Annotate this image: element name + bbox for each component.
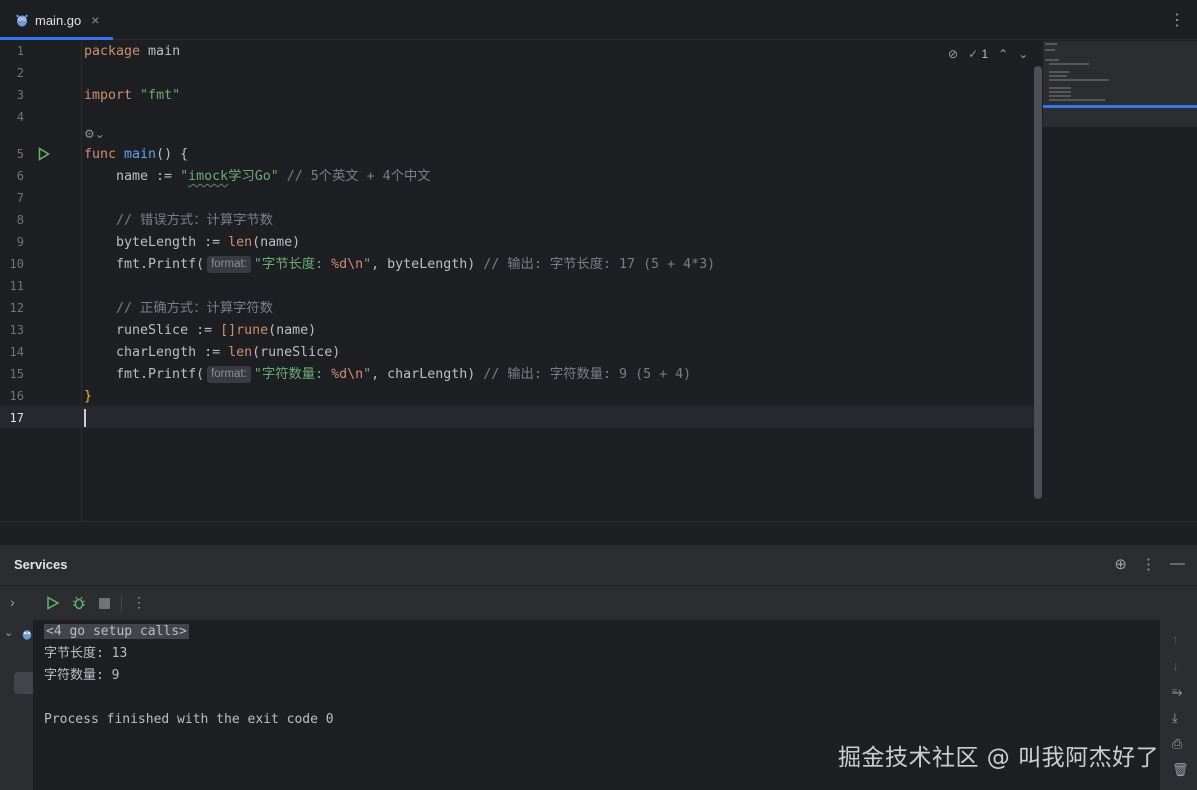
chevron-down-icon[interactable]: ⌄	[1018, 47, 1028, 61]
line-number: 6	[16, 169, 24, 183]
code-line: fmt.Printf(format: "字符数量: %d\n", charLeng…	[84, 366, 692, 383]
line-number: 9	[16, 235, 24, 249]
run-icon[interactable]	[38, 147, 50, 161]
panel-divider[interactable]	[0, 521, 1197, 545]
code-text-area[interactable]: package main import "fmt" func main() { …	[82, 41, 1042, 521]
gopher-icon	[22, 630, 32, 640]
code-editor[interactable]: 1 2 3 4 5 6 7 8 9 10 11 12 13 14 15 16 1…	[0, 41, 1197, 521]
selected-tree-item[interactable]	[14, 672, 33, 694]
chevron-down-icon[interactable]: ⌄	[4, 626, 13, 639]
code-minimap[interactable]	[1043, 41, 1197, 127]
line-number-gutter: 1 2 3 4 5 6 7 8 9 10 11 12 13 14 15 16 1…	[0, 41, 82, 521]
minimap-current-line	[1043, 105, 1197, 108]
line-number: 3	[16, 88, 24, 102]
line-number: 4	[16, 110, 24, 124]
console-line[interactable]: <4 go setup calls>	[44, 621, 189, 643]
scroll-end-icon[interactable]: ⤓	[1172, 710, 1178, 726]
code-line: byteLength := len(name)	[84, 235, 301, 250]
console-line: 字节长度: 13	[44, 646, 128, 661]
line-number: 5	[16, 147, 24, 161]
more-vert-icon[interactable]: ⋮	[1169, 10, 1185, 30]
chevron-up-icon[interactable]: ⌃	[998, 47, 1008, 61]
line-number: 10	[9, 257, 24, 271]
parameter-hint: format:	[207, 256, 251, 273]
print-icon[interactable]: ⎙	[1172, 736, 1182, 752]
panel-actions: ⊕ ⋮ —	[1114, 555, 1185, 573]
editor-tab-bar: main.go × ⋮	[0, 0, 1197, 40]
more-vert-icon[interactable]: ⋮	[1141, 555, 1156, 573]
line-number: 1	[16, 44, 24, 58]
code-line: package main	[84, 44, 181, 59]
line-number: 12	[9, 301, 24, 315]
console-side-toolbar: ↑ ↓ ⥱ ⤓ ⎙ 🗑︎	[1160, 620, 1197, 790]
trash-icon[interactable]: 🗑︎	[1172, 762, 1189, 778]
text-caret	[84, 409, 86, 427]
console-line: 字符数量: 9	[44, 668, 120, 683]
services-tree[interactable]: ⌄	[0, 620, 33, 790]
eye-slash-icon[interactable]: ⊘	[948, 47, 958, 61]
arrow-down-icon[interactable]: ↓	[1172, 658, 1179, 673]
code-line: fmt.Printf(format: "字节长度: %d\n", byteLeng…	[84, 256, 716, 273]
line-number: 11	[9, 279, 24, 293]
arrow-up-icon[interactable]: ↑	[1172, 632, 1179, 647]
stop-icon[interactable]	[99, 598, 110, 609]
more-vert-icon[interactable]: ⋮	[132, 594, 146, 611]
panel-title: Services	[14, 557, 68, 572]
line-number: 7	[16, 191, 24, 205]
services-toolbar: › ⋮	[0, 585, 1197, 619]
inspection-widget[interactable]: ⊘ ✓ 1 ⌃ ⌄	[948, 45, 1028, 63]
code-line: charLength := len(runeSlice)	[84, 345, 341, 360]
line-number: 13	[9, 323, 24, 337]
gopher-icon	[16, 14, 28, 27]
tab-main-go[interactable]: main.go ×	[0, 0, 113, 40]
code-line: }	[84, 389, 93, 404]
inspection-count[interactable]: ✓ 1	[968, 47, 988, 61]
services-header: Services ⊕ ⋮ —	[0, 545, 1197, 585]
line-number: 2	[16, 66, 24, 80]
toolbar-separator	[121, 594, 122, 612]
code-line: import "fmt"	[84, 88, 181, 103]
expand-icon[interactable]: ›	[10, 594, 15, 610]
target-icon[interactable]: ⊕	[1114, 555, 1127, 573]
line-number: 8	[16, 213, 24, 227]
code-line: name := "imock学习Go" // 5个英文 + 4个中文	[84, 169, 431, 184]
parameter-hint: format:	[207, 366, 251, 383]
line-number: 16	[9, 389, 24, 403]
soft-wrap-icon[interactable]: ⥱	[1172, 684, 1182, 700]
code-line: // 错误方式：计算字节数	[84, 213, 274, 228]
line-number: 15	[9, 367, 24, 381]
tab-label: main.go	[35, 12, 82, 28]
minimize-icon[interactable]: —	[1170, 555, 1185, 573]
console-line: Process finished with the exit code 0	[44, 712, 334, 727]
vertical-scrollbar[interactable]	[1034, 66, 1042, 499]
code-line: runeSlice := []rune(name)	[84, 323, 317, 338]
code-line: // 正确方式：计算字符数	[84, 301, 274, 316]
debug-icon[interactable]	[72, 596, 86, 610]
watermark: 掘金技术社区 @ 叫我阿杰好了	[838, 745, 1160, 771]
active-tab-indicator	[0, 37, 113, 40]
check-icon: ✓	[968, 47, 979, 61]
line-number: 14	[9, 345, 24, 359]
close-icon[interactable]: ×	[91, 12, 99, 28]
line-number-current: 17	[9, 411, 24, 425]
code-line: func main() {	[84, 147, 189, 162]
run-icon[interactable]	[46, 596, 60, 610]
